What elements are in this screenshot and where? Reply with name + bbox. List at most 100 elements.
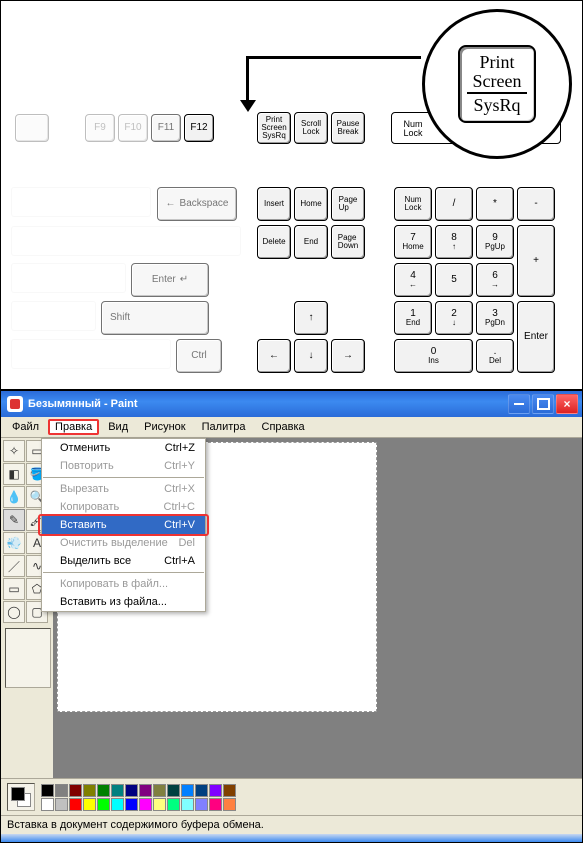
key-f12: F12 bbox=[184, 114, 214, 142]
menuitem-accel: Ctrl+Z bbox=[165, 442, 195, 454]
numpad-4: 4← bbox=[394, 263, 432, 297]
key-arrow-up: ↑ bbox=[294, 301, 328, 335]
menuitem-выделить-все[interactable]: Выделить все Ctrl+A bbox=[42, 552, 205, 570]
numpad-8: 8↑ bbox=[435, 225, 473, 259]
status-text: Вставка в документ содержимого буфера об… bbox=[7, 819, 264, 831]
swatch[interactable] bbox=[153, 798, 166, 811]
menuitem-accel: Ctrl+Y bbox=[164, 460, 195, 472]
key-home: Home bbox=[294, 187, 328, 221]
menubar: Файл Правка Вид Рисунок Палитра Справка bbox=[1, 417, 582, 438]
swatch[interactable] bbox=[69, 798, 82, 811]
menu-separator bbox=[43, 477, 204, 478]
swatch[interactable] bbox=[111, 798, 124, 811]
menu-image[interactable]: Рисунок bbox=[137, 419, 193, 435]
printscreen-callout: Print Screen SysRq bbox=[422, 9, 572, 159]
menuitem-accel: Ctrl+C bbox=[164, 501, 195, 513]
menuitem-label: Вставить из файла... bbox=[60, 596, 167, 608]
menuitem-отменить[interactable]: ОтменитьCtrl+Z bbox=[42, 439, 205, 457]
menuitem-вставить-из-файла-[interactable]: Вставить из файла... bbox=[42, 593, 205, 611]
key-f10: F10 bbox=[118, 114, 148, 142]
swatch[interactable] bbox=[41, 784, 54, 797]
numpad-7: 7Home bbox=[394, 225, 432, 259]
menuitem-копировать-в-файл-: Копировать в файл... bbox=[42, 575, 205, 593]
key-arrow-left: ← bbox=[257, 339, 291, 373]
palette-bar bbox=[1, 778, 582, 815]
swatch[interactable] bbox=[55, 798, 68, 811]
key-enter: Enter↵ bbox=[131, 263, 209, 297]
menuitem-label: Копировать в файл... bbox=[60, 578, 168, 590]
numpad-2: 2↓ bbox=[435, 301, 473, 335]
swatch[interactable] bbox=[153, 784, 166, 797]
key-pause: PauseBreak bbox=[331, 112, 365, 144]
statusbar: Вставка в документ содержимого буфера об… bbox=[1, 815, 582, 834]
key-pgup: Page Up bbox=[331, 187, 365, 221]
menu-help[interactable]: Справка bbox=[255, 419, 312, 435]
numpad-div: / bbox=[435, 187, 473, 221]
swatch[interactable] bbox=[167, 798, 180, 811]
keyboard-diagram: Print Screen SysRq F9 F10 F11 F12 PrintS… bbox=[0, 0, 583, 390]
numpad-0: 0Ins bbox=[394, 339, 473, 373]
swatch[interactable] bbox=[223, 784, 236, 797]
swatch[interactable] bbox=[139, 798, 152, 811]
tool-eraser[interactable]: ◧ bbox=[3, 463, 25, 485]
current-colors[interactable] bbox=[7, 783, 35, 811]
swatch[interactable] bbox=[97, 784, 110, 797]
swatch[interactable] bbox=[167, 784, 180, 797]
callout-line1: Print bbox=[479, 53, 514, 72]
swatch[interactable] bbox=[223, 798, 236, 811]
menu-view[interactable]: Вид bbox=[101, 419, 135, 435]
swatch[interactable] bbox=[181, 784, 194, 797]
maximize-button[interactable] bbox=[532, 394, 554, 414]
tool-airbrush[interactable]: 💨 bbox=[3, 532, 25, 554]
tool-line[interactable]: ／ bbox=[3, 555, 25, 577]
swatch[interactable] bbox=[195, 784, 208, 797]
menuitem-label: Очистить выделение bbox=[60, 537, 168, 549]
swatch[interactable] bbox=[209, 784, 222, 797]
swatch[interactable] bbox=[69, 784, 82, 797]
menu-edit[interactable]: Правка bbox=[48, 419, 99, 435]
swatch[interactable] bbox=[125, 798, 138, 811]
numpad-dot: .Del bbox=[476, 339, 514, 373]
numpad-mul: * bbox=[476, 187, 514, 221]
key-printscreen: PrintScreenSysRq bbox=[257, 112, 291, 144]
tool-picker[interactable]: 💧 bbox=[3, 486, 25, 508]
menuitem-label: Копировать bbox=[60, 501, 119, 513]
menuitem-label: Выделить все bbox=[60, 555, 131, 567]
menuitem-label: Повторить bbox=[60, 460, 114, 472]
menuitem-accel: Ctrl+X bbox=[164, 483, 195, 495]
titlebar[interactable]: Безымянный - Paint × bbox=[1, 391, 582, 417]
tool-freeform-select[interactable]: ✧ bbox=[3, 440, 25, 462]
menuitem-accel: Ctrl+A bbox=[164, 555, 195, 567]
menuitem-вырезать: ВырезатьCtrl+X bbox=[42, 480, 205, 498]
menu-file[interactable]: Файл bbox=[5, 419, 46, 435]
tool-rect[interactable]: ▭ bbox=[3, 578, 25, 600]
swatch[interactable] bbox=[125, 784, 138, 797]
swatch[interactable] bbox=[181, 798, 194, 811]
swatch[interactable] bbox=[83, 798, 96, 811]
swatch[interactable] bbox=[195, 798, 208, 811]
menuitem-accel: Del bbox=[178, 537, 195, 549]
swatch[interactable] bbox=[139, 784, 152, 797]
swatch[interactable] bbox=[97, 798, 110, 811]
swatch[interactable] bbox=[83, 784, 96, 797]
color-palette bbox=[41, 784, 236, 811]
swatch[interactable] bbox=[55, 784, 68, 797]
key-arrow-down: ↓ bbox=[294, 339, 328, 373]
menu-palette[interactable]: Палитра bbox=[195, 419, 253, 435]
key-fragment bbox=[15, 114, 49, 142]
tool-pencil[interactable]: ✎ bbox=[3, 509, 25, 531]
swatch[interactable] bbox=[209, 798, 222, 811]
numpad-6: 6→ bbox=[476, 263, 514, 297]
key-delete: Delete bbox=[257, 225, 291, 259]
numpad-numlock: NumLock bbox=[394, 187, 432, 221]
key-backspace: ←Backspace bbox=[157, 187, 237, 221]
window-title: Безымянный - Paint bbox=[28, 398, 138, 410]
swatch[interactable] bbox=[111, 784, 124, 797]
tool-ellipse[interactable]: ◯ bbox=[3, 601, 25, 623]
close-button[interactable]: × bbox=[556, 394, 578, 414]
minimize-button[interactable] bbox=[508, 394, 530, 414]
menuitem-вставить[interactable]: ВставитьCtrl+V bbox=[42, 516, 205, 534]
swatch[interactable] bbox=[41, 798, 54, 811]
numpad-5: 5 bbox=[435, 263, 473, 297]
tool-options[interactable] bbox=[5, 628, 51, 688]
